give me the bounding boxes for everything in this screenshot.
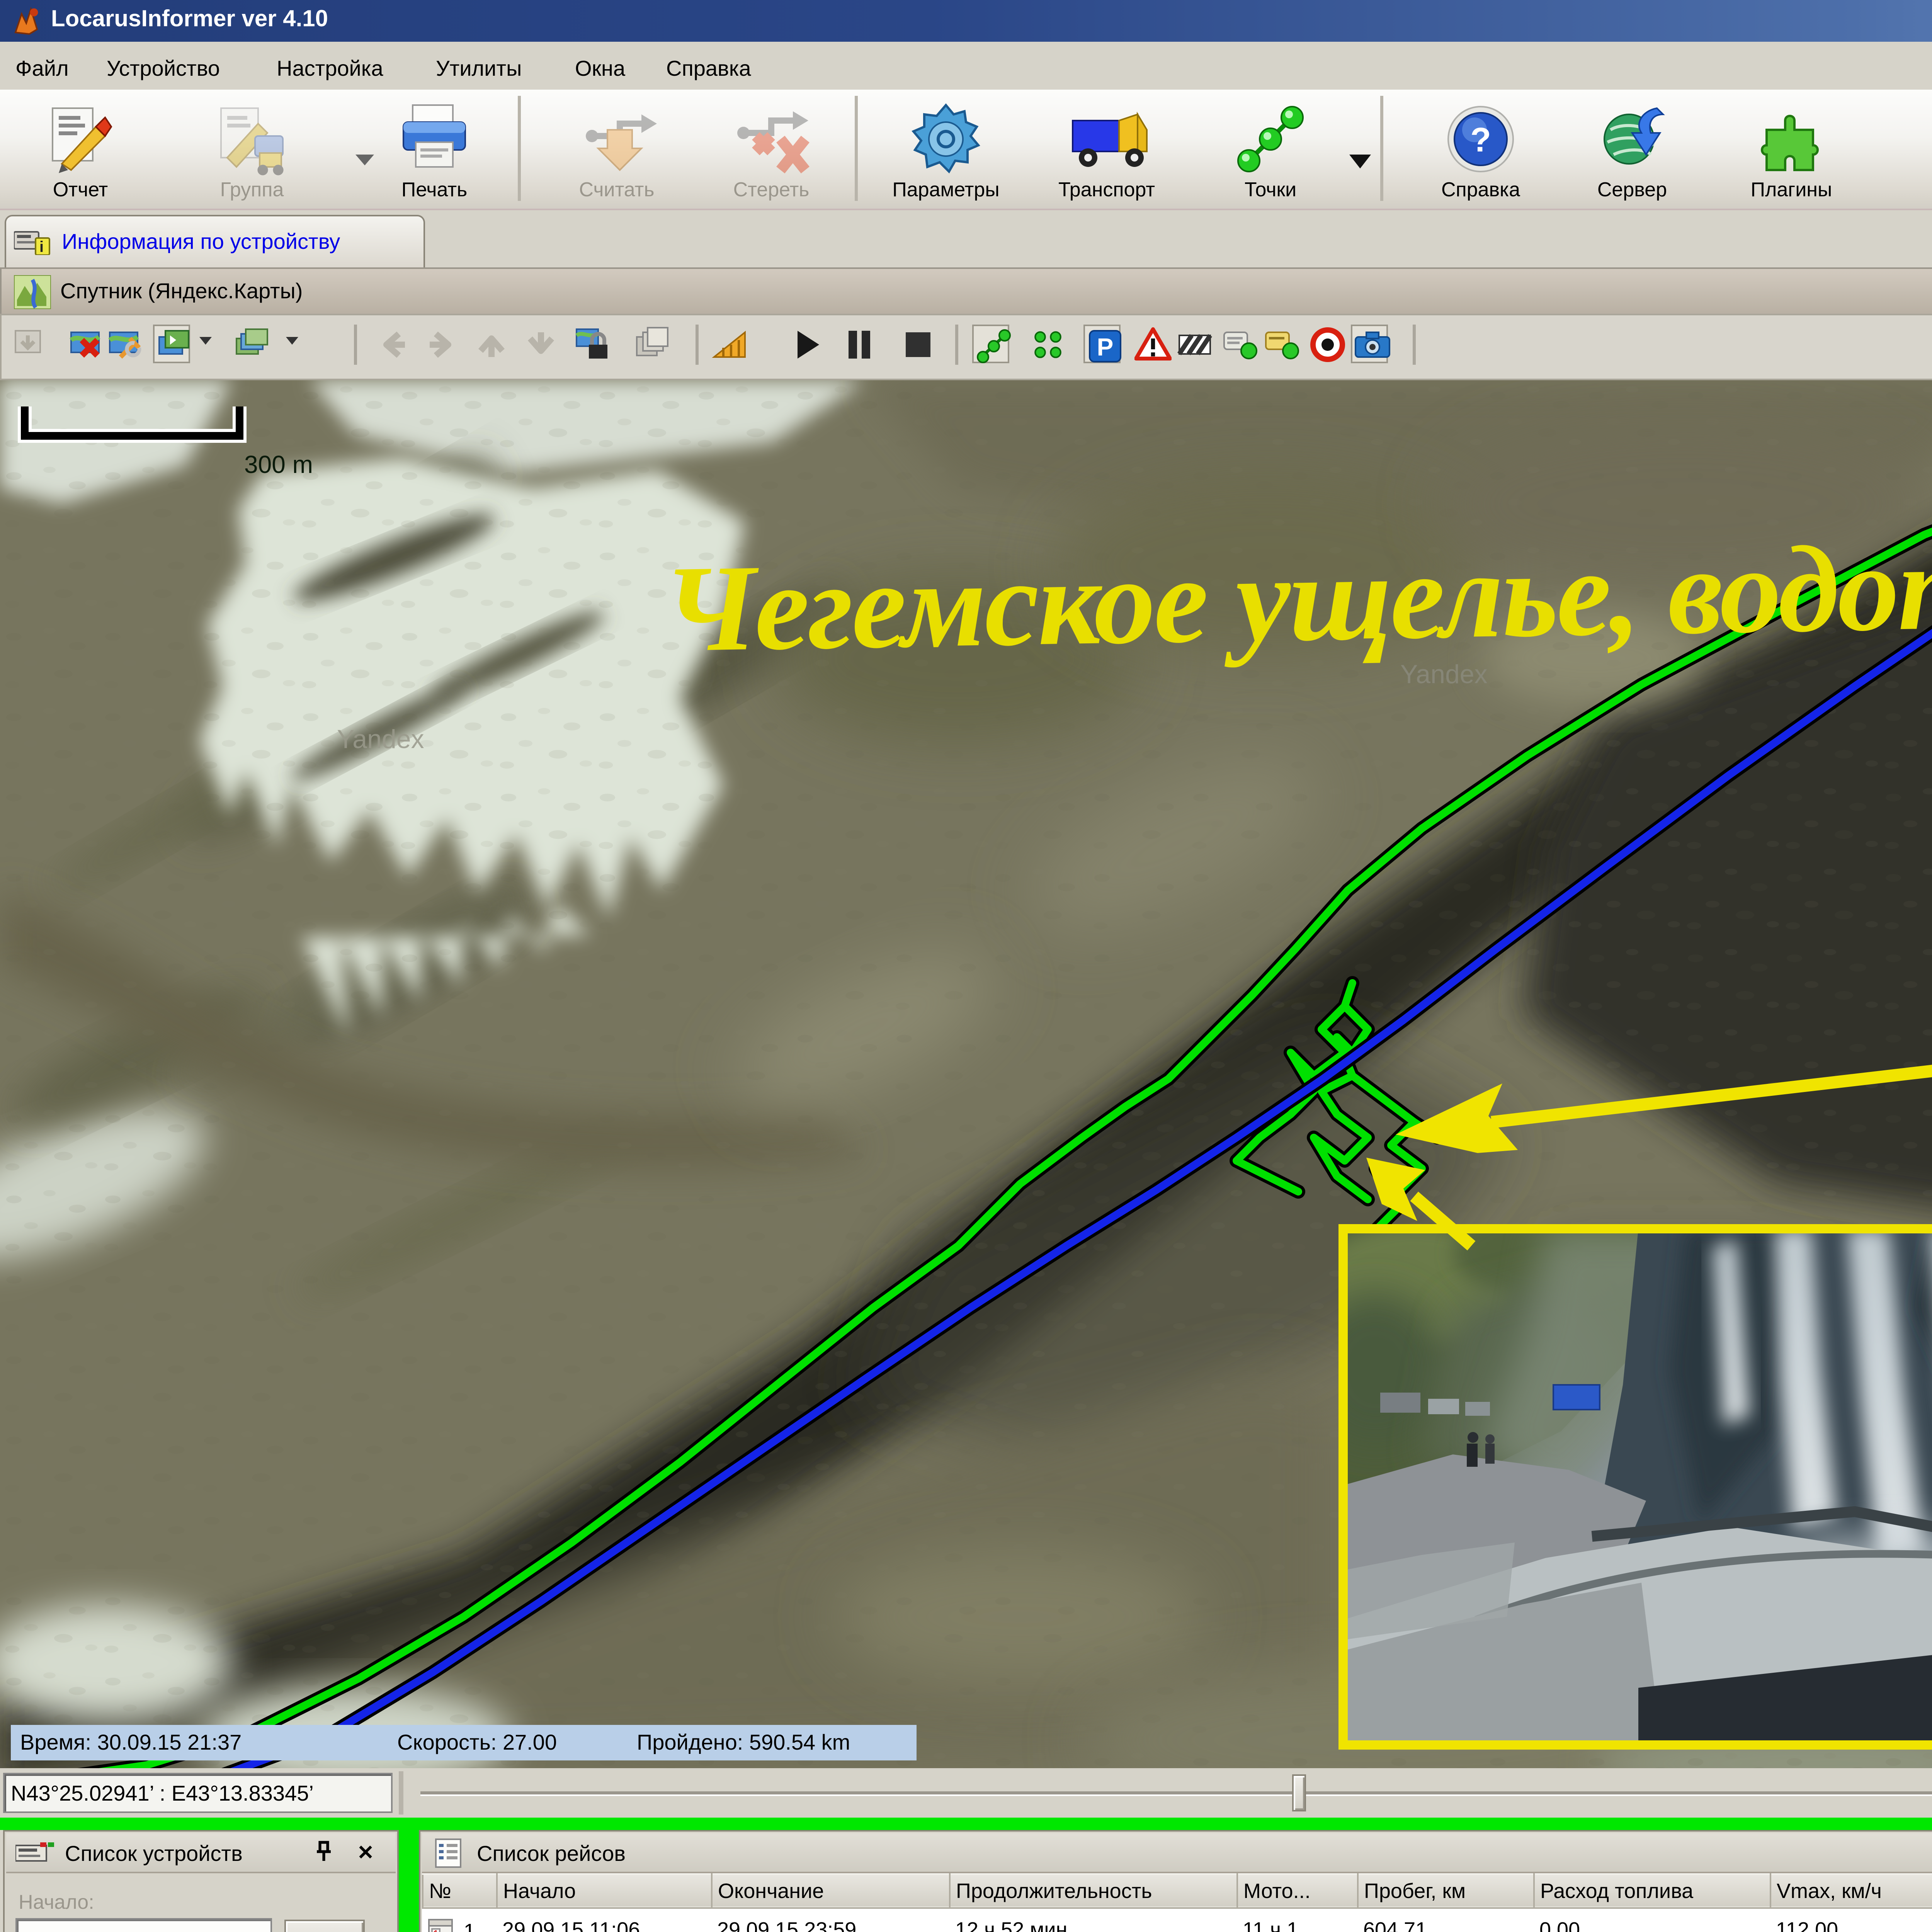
- svg-text:i: i: [39, 238, 44, 255]
- svg-text:Yandex: Yandex: [337, 724, 424, 754]
- svg-text:300 m: 300 m: [244, 451, 313, 478]
- svg-text:Чегемское ущелье, водопад: Чегемское ущелье, водопад: [663, 516, 1932, 678]
- svg-text:1: 1: [433, 1927, 439, 1932]
- svg-text:P: P: [1097, 333, 1114, 361]
- svg-text:?: ?: [1470, 121, 1491, 159]
